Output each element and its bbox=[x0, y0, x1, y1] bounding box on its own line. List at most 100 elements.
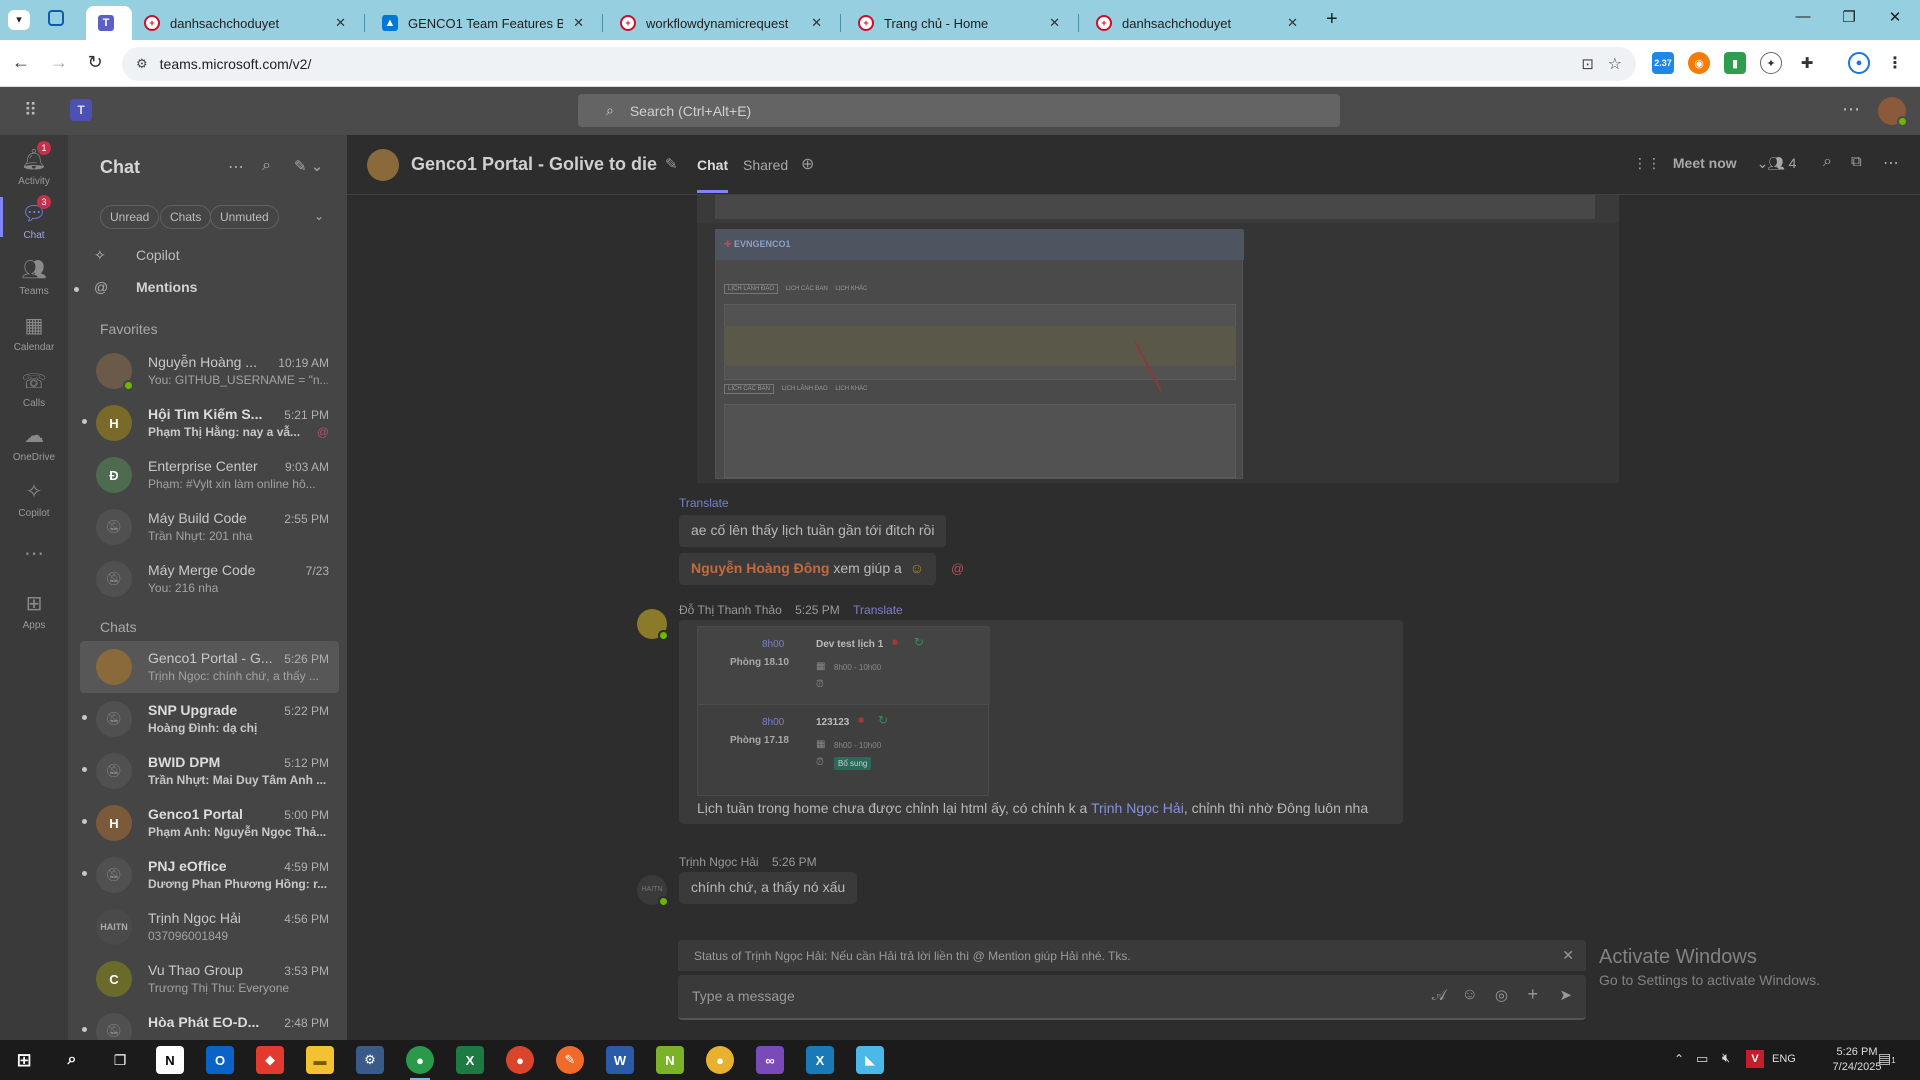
chat-row[interactable]: 🔕︎ SNP Upgrade 5:22 PM Hoàng Đình: dạ ch… bbox=[80, 693, 339, 745]
search-icon[interactable]: ⌕ bbox=[58, 1046, 86, 1074]
profile-icon[interactable]: ● bbox=[1848, 52, 1870, 74]
chrome-profile-icon[interactable]: ● bbox=[506, 1046, 534, 1074]
tab-genco1-backlog[interactable]: ▲ GENCO1 Team Features Backlog ✕ bbox=[370, 6, 596, 40]
tab-group-icon[interactable] bbox=[48, 10, 64, 26]
chevron-down-icon[interactable]: ⌄ bbox=[314, 209, 324, 223]
loop-icon[interactable]: ◎ bbox=[1495, 986, 1508, 1004]
shield-extension-icon[interactable]: ✦ bbox=[1760, 52, 1782, 74]
reload-icon[interactable]: ↻ bbox=[84, 52, 106, 73]
search-icon[interactable]: ⌕ bbox=[1823, 153, 1832, 171]
rail-activity[interactable]: 🔔︎ 1 Activity bbox=[0, 141, 68, 187]
orange-extension-icon[interactable]: ◉ bbox=[1688, 52, 1710, 74]
excel-icon[interactable]: X bbox=[456, 1046, 484, 1074]
notion-icon[interactable]: N bbox=[156, 1046, 184, 1074]
filter-unread[interactable]: Unread bbox=[100, 205, 160, 229]
remote-tool-icon[interactable]: ◣ bbox=[856, 1046, 884, 1074]
mentions-row[interactable]: @ Mentions bbox=[74, 279, 338, 303]
mention-tag[interactable]: Trịnh Ngọc Hải bbox=[1091, 800, 1184, 816]
format-icon[interactable]: 𝒜 bbox=[1432, 987, 1446, 1004]
rail-apps[interactable]: ⊞ Apps bbox=[0, 591, 68, 631]
favorites-header[interactable]: Favorites bbox=[100, 321, 158, 337]
rail-copilot[interactable]: ✧ Copilot bbox=[0, 479, 68, 519]
translate-link[interactable]: Translate bbox=[679, 496, 729, 510]
rail-teams[interactable]: 👥︎ Teams bbox=[0, 257, 68, 297]
browser-menu-icon[interactable]: ⋮ bbox=[1884, 52, 1906, 74]
close-icon[interactable]: ✕ bbox=[1562, 947, 1574, 964]
notepad-plus-icon[interactable]: N bbox=[656, 1046, 684, 1074]
user-avatar[interactable] bbox=[1878, 97, 1908, 127]
network-icon[interactable]: ▭ bbox=[1696, 1051, 1708, 1067]
mention-tag[interactable]: Nguyễn Hoàng Đông bbox=[691, 560, 829, 576]
tab-danhsachchoduyet-2[interactable]: + danhsachchoduyet ✕ bbox=[1084, 6, 1310, 40]
add-tab-icon[interactable]: ⊕ bbox=[801, 154, 814, 174]
new-tab-button[interactable]: + bbox=[1326, 8, 1338, 31]
vietkey-icon[interactable]: V bbox=[1746, 1050, 1764, 1068]
back-arrow-icon[interactable]: ← bbox=[10, 52, 32, 73]
tab-chat[interactable]: Chat bbox=[697, 157, 729, 193]
windows-start-icon[interactable]: ⊞ bbox=[10, 1046, 38, 1074]
anydesk-icon[interactable]: ◆ bbox=[256, 1046, 284, 1074]
message-composer[interactable]: Type a message 𝒜 ☺ ◎ + ➤ bbox=[678, 975, 1586, 1020]
show-hidden-icons-chevron[interactable]: ⌃ bbox=[1674, 1052, 1684, 1066]
language-indicator[interactable]: ENG bbox=[1772, 1053, 1796, 1065]
tab-shared[interactable]: Shared bbox=[743, 157, 788, 173]
filter-unmuted[interactable]: Unmuted bbox=[210, 205, 279, 229]
restore-button[interactable]: ❐ bbox=[1826, 8, 1872, 26]
chat-row[interactable]: 🔕︎ PNJ eOffice 4:59 PM Dương Phan Phương… bbox=[80, 849, 339, 901]
send-icon[interactable]: ➤ bbox=[1559, 986, 1572, 1004]
close-icon[interactable]: ✕ bbox=[1287, 15, 1298, 31]
new-chat-icon[interactable]: ✎ ⌄ bbox=[294, 157, 323, 175]
chat-row[interactable]: Nguyễn Hoàng ... 10:19 AM You: GITHUB_US… bbox=[80, 345, 339, 397]
translate-link[interactable]: Translate bbox=[853, 603, 903, 617]
rail-calls[interactable]: ☏ Calls bbox=[0, 369, 68, 409]
chat-row[interactable]: HAITN Trịnh Ngọc Hải 4:56 PM 03709600184… bbox=[80, 901, 339, 953]
filter-chats[interactable]: Chats bbox=[160, 205, 212, 229]
chat-row[interactable]: 🔕︎ Hòa Phát EO-D... 2:48 PM bbox=[80, 1005, 339, 1040]
search-icon[interactable]: ⌕ bbox=[262, 157, 271, 175]
forward-arrow-icon[interactable]: → bbox=[48, 52, 70, 73]
close-icon[interactable]: ✕ bbox=[1049, 15, 1060, 31]
chat-row-selected[interactable]: Genco1 Portal - G... 5:26 PM Trịnh Ngọc:… bbox=[80, 641, 339, 693]
previous-image-attachment[interactable] bbox=[697, 195, 1619, 223]
chrome-secondary-icon[interactable]: ● bbox=[706, 1046, 734, 1074]
attach-plus-icon[interactable]: + bbox=[1527, 984, 1538, 1005]
xshell-icon[interactable]: X bbox=[806, 1046, 834, 1074]
tab-danhsachchoduyet-1[interactable]: + danhsachchoduyet ✕ bbox=[132, 6, 358, 40]
site-info-icon[interactable]: ⚙ bbox=[136, 56, 148, 72]
address-bar[interactable]: ⚙ teams.microsoft.com/v2/ ⊡ ☆ bbox=[122, 47, 1636, 81]
chat-row[interactable]: H Genco1 Portal 5:00 PM Phạm Anh: Nguyễn… bbox=[80, 797, 339, 849]
chat-row[interactable]: H Hội Tìm Kiếm S... 5:21 PM Phạm Thị Hằn… bbox=[80, 397, 339, 449]
emoji-icon[interactable]: ☺ bbox=[1462, 986, 1478, 1004]
install-app-icon[interactable]: ⊡ bbox=[1581, 55, 1594, 73]
outlook-icon[interactable]: O bbox=[206, 1046, 234, 1074]
tab-workflowdynamicrequest[interactable]: + workflowdynamicrequest ✕ bbox=[608, 6, 834, 40]
screenshot-image-attachment[interactable]: ✚ EVNGENCO1 LỊCH LÃNH ĐẠO LỊCH CÁC BAN L… bbox=[697, 223, 1619, 483]
more-options-icon[interactable]: ⋯ bbox=[1883, 153, 1899, 173]
chats-header[interactable]: Chats bbox=[100, 619, 137, 635]
rail-more[interactable]: ⋯ bbox=[0, 541, 68, 570]
chat-row[interactable]: C Vu Thao Group 3:53 PM Trương Thị Thu: … bbox=[80, 953, 339, 1005]
file-explorer-icon[interactable]: ▬ bbox=[306, 1046, 334, 1074]
chrome-icon[interactable]: ● bbox=[406, 1046, 434, 1080]
meet-now-button[interactable]: ⋮⋮ Meet now ⌄ bbox=[1633, 155, 1768, 172]
close-icon[interactable]: ✕ bbox=[335, 15, 346, 31]
calendar-card-image[interactable]: 8h00 Phòng 18.10 Dev test lịch 1 ■ ↻ 8h0… bbox=[697, 626, 990, 796]
rail-onedrive[interactable]: ☁ OneDrive bbox=[0, 423, 68, 463]
more-options-icon[interactable]: ⋯ bbox=[1842, 99, 1860, 120]
tab-list-button[interactable]: ▾ bbox=[8, 10, 30, 30]
tab-teams[interactable]: T bbox=[86, 6, 132, 40]
word-icon[interactable]: W bbox=[606, 1046, 634, 1074]
more-options-icon[interactable]: ⋯ bbox=[228, 157, 244, 177]
minimize-button[interactable]: — bbox=[1780, 8, 1826, 25]
rail-calendar[interactable]: ▦ Calendar bbox=[0, 313, 68, 353]
chat-row[interactable]: Đ Enterprise Center 9:03 AM Phạm: #Vylt … bbox=[80, 449, 339, 501]
network-tool-icon[interactable]: ⚙ bbox=[356, 1046, 384, 1074]
tab-trang-chu-home[interactable]: + Trang chủ - Home ✕ bbox=[846, 6, 1072, 40]
app-launcher-icon[interactable]: ⠿ bbox=[24, 100, 37, 121]
close-icon[interactable]: ✕ bbox=[811, 15, 822, 31]
pop-out-icon[interactable]: ⧉ bbox=[1851, 153, 1862, 170]
edit-pencil-icon[interactable]: ✎ bbox=[665, 155, 678, 173]
postman-icon[interactable]: ✎ bbox=[556, 1046, 584, 1074]
green-extension-icon[interactable]: ▮ bbox=[1724, 52, 1746, 74]
volume-muted-icon[interactable]: 🔇︎ bbox=[1722, 1050, 1730, 1066]
